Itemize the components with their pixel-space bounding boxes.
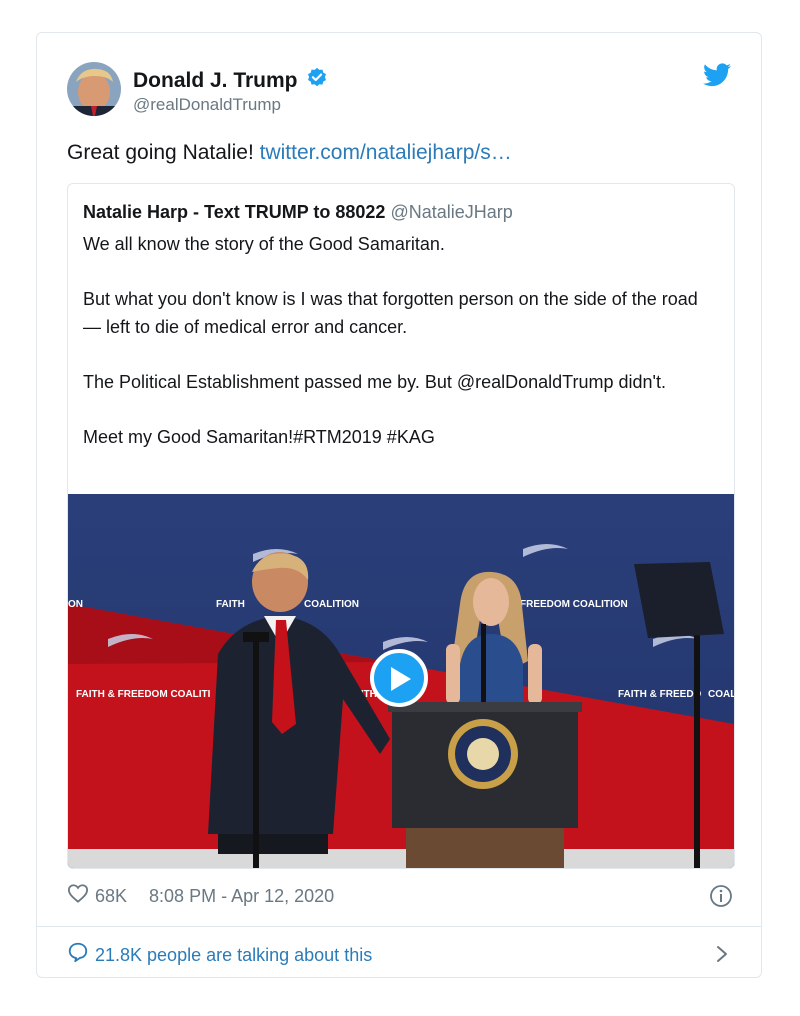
author-handle[interactable]: @realDonaldTrump [133,94,281,116]
backdrop-text: COALITION [304,599,359,610]
podium [388,702,582,868]
backdrop-text: FAITH & FREEDO [618,689,702,700]
twitter-bird-icon[interactable] [703,63,731,92]
quoted-author-name[interactable]: Natalie Harp - Text TRUMP to 88022 [83,202,385,222]
backdrop-text: FAITH [216,599,245,610]
speech-bubble-icon [67,941,89,969]
embedded-tweet-card: Donald J. Trump @realDonaldTrump Great g… [36,32,762,978]
backdrop-text: COALI [708,689,734,700]
timestamp[interactable]: 8:08 PM - Apr 12, 2020 [149,884,334,908]
avatar[interactable] [67,62,121,116]
play-button[interactable] [370,649,428,707]
backdrop-text: FREEDOM COALITION [520,599,628,610]
conversation-link[interactable]: 21.8K people are talking about this [67,941,372,969]
quoted-tweet[interactable]: Natalie Harp - Text TRUMP to 88022 @Nata… [67,183,735,869]
quoted-paragraph: But what you don't know is I was that fo… [83,289,698,337]
tweet-link[interactable]: twitter.com/nataliejharp/s… [260,141,512,164]
play-icon [391,667,411,691]
tweet-meta: 68K 8:08 PM - Apr 12, 2020 [67,883,334,909]
heart-icon[interactable] [67,883,89,909]
quoted-tweet-header: Natalie Harp - Text TRUMP to 88022 @Nata… [83,201,513,223]
tweet-text: Great going Natalie! twitter.com/natalie… [67,140,512,166]
divider [37,926,761,927]
chevron-right-icon[interactable] [715,945,729,968]
video-player[interactable]: ON FAITH COALITION FREEDOM COALITION FAI… [68,494,734,868]
quoted-author-handle[interactable]: @NatalieJHarp [390,202,512,222]
like-count[interactable]: 68K [95,884,127,908]
tweet-text-body: Great going Natalie! [67,141,260,164]
author-name[interactable]: Donald J. Trump [133,67,328,95]
quoted-tweet-text: We all know the story of the Good Samari… [83,230,719,478]
backdrop-text: ON [68,599,83,610]
verified-badge-icon [306,67,328,95]
backdrop-text: FAITH & FREEDOM COALITI [76,689,211,700]
info-icon[interactable] [709,884,733,913]
author-name-text[interactable]: Donald J. Trump [133,69,298,93]
quoted-paragraph: We all know the story of the Good Samari… [83,234,445,254]
quoted-paragraph: The Political Establishment passed me by… [83,372,666,392]
quoted-paragraph: Meet my Good Samaritan!#RTM2019 #KAG [83,427,435,447]
conversation-text[interactable]: 21.8K people are talking about this [95,943,372,967]
